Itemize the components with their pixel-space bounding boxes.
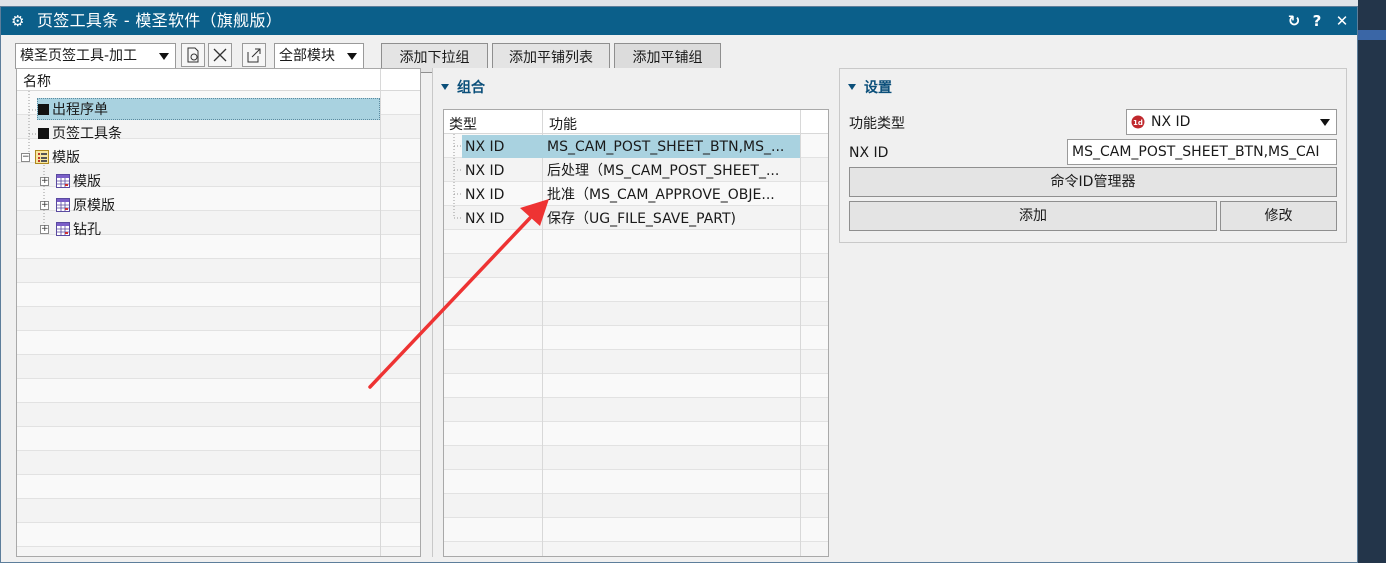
tree-item-label: 钻孔 [73,222,101,238]
dialog-titlebar: ⚙ 页签工具条 - 模圣软件（旗舰版） ↻ ? ✕ [1,7,1357,35]
toolbar-select[interactable]: 模圣页签工具-加工 [15,43,176,69]
calendar-grid-icon [56,222,70,236]
tree-item-original-template[interactable]: 原模版 [56,195,115,217]
collapse-triangle-icon [848,84,856,90]
nx-id-input[interactable]: MS_CAM_POST_SHEET_BTN,MS_CAI [1067,139,1337,165]
collapse-triangle-icon [441,84,449,90]
expand-toggle[interactable]: + [40,177,49,186]
column-type[interactable]: 类型 [449,114,477,134]
delete-button[interactable] [208,43,232,67]
table-row-3-function[interactable]: 批准（MS_CAM_APPROVE_OBJE... [547,183,799,207]
tree-item-tab-toolbar[interactable]: 页签工具条 [38,123,122,145]
dialog-title: 页签工具条 - 模圣软件（旗舰版） [37,11,283,30]
group-table-header: 类型 功能 [444,110,828,134]
new-file-button[interactable] [181,43,205,67]
expand-toggle[interactable]: + [40,201,49,210]
table-row-2-function[interactable]: 后处理（MS_CAM_POST_SHEET_... [547,159,799,183]
tree-item-label: 模版 [73,174,101,190]
tree-item-program-sheet[interactable]: 出程序单 [37,98,380,120]
tree-panel: 名称 出程序单 页签工具条 − 模版 + 模版 + 原模版 + 钻孔 [16,68,421,557]
black-square-icon [38,104,49,115]
command-id-manager-button[interactable]: 命令ID管理器 [849,167,1337,197]
tree-item-label: 原模版 [73,198,115,214]
tree-item-templates[interactable]: 模版 [35,147,80,169]
chevron-down-icon [159,53,169,60]
expand-toggle[interactable]: + [40,225,49,234]
tree-item-label: 模版 [52,150,80,166]
nx-id-label: NX ID [849,145,889,161]
gear-icon: ⚙ [11,12,25,30]
modify-button[interactable]: 修改 [1220,201,1337,231]
table-row-1-function[interactable]: MS_CAM_POST_SHEET_BTN,MS_... [547,135,799,159]
help-icon[interactable]: ? [1307,10,1327,32]
new-file-icon [187,47,199,63]
group-section-title: 组合 [457,80,485,96]
table-row-4-function[interactable]: 保存（UG_FILE_SAVE_PART) [547,207,799,231]
black-square-icon [38,128,49,139]
export-button[interactable] [242,43,266,67]
delete-x-icon [213,48,227,62]
function-type-label: 功能类型 [849,116,905,132]
export-icon [247,48,261,63]
reset-icon[interactable]: ↻ [1284,10,1304,32]
chevron-down-icon [1320,119,1330,126]
calendar-grid-icon [56,174,70,188]
module-select[interactable]: 全部模块 [274,43,364,69]
nx-id-icon: 1d [1131,115,1145,129]
settings-section-header[interactable]: 设置 [848,77,892,99]
group-section-header[interactable]: 组合 [441,77,485,99]
tree-item-drilling[interactable]: 钻孔 [56,219,101,241]
close-icon[interactable]: ✕ [1332,10,1352,32]
function-type-value: NX ID [1151,114,1191,130]
table-row-4-type[interactable]: NX ID [465,207,504,231]
collapse-toggle[interactable]: − [21,153,30,162]
tree-item-label: 出程序单 [52,102,108,118]
tree-item-label: 页签工具条 [52,126,122,142]
add-button[interactable]: 添加 [849,201,1217,231]
background-app-right [1358,0,1386,563]
chevron-down-icon [347,53,357,60]
function-type-select[interactable]: 1d NX ID [1126,109,1337,135]
tree-item-template[interactable]: 模版 [56,171,101,193]
table-row-2-type[interactable]: NX ID [465,159,504,183]
settings-section-title: 设置 [864,80,892,96]
toolbar-select-value: 模圣页签工具-加工 [20,48,138,64]
svg-text:1d: 1d [1133,119,1143,127]
calendar-grid-icon [56,198,70,212]
folder-list-icon [35,150,49,164]
column-function[interactable]: 功能 [549,114,577,134]
table-row-3-type[interactable]: NX ID [465,183,504,207]
table-row-1-type[interactable]: NX ID [465,135,504,159]
group-table: 类型 功能 NX ID MS_CAM_POST_SHEET_BTN,MS_...… [443,109,829,557]
module-select-value: 全部模块 [279,48,335,64]
tree-header: 名称 [17,69,420,91]
